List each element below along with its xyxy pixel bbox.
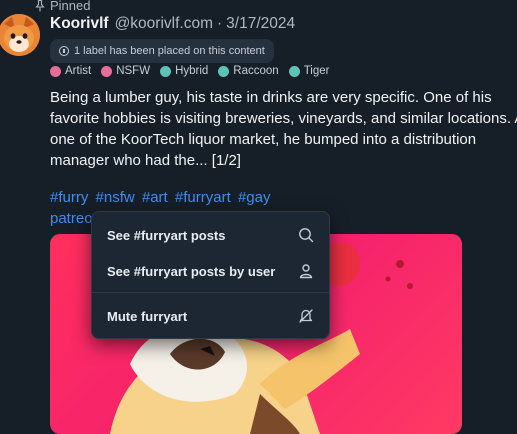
profile-tags: Artist NSFW Hybrid Raccoon Tiger bbox=[50, 65, 329, 77]
tag-label: Hybrid bbox=[175, 65, 209, 77]
label-notice-text: 1 label has been placed on this content bbox=[74, 45, 265, 57]
hashtag-context-menu: See #furryart posts See #furryart posts … bbox=[91, 211, 330, 339]
menu-item-see-posts-by-user[interactable]: See #furryart posts by user bbox=[92, 253, 329, 289]
pin-icon bbox=[35, 0, 45, 11]
post-text-line: Being a lumber guy, his taste in drinks … bbox=[50, 89, 492, 106]
post-text-line: one of the KoorTech liquor market, he bu… bbox=[50, 131, 477, 148]
content-label-notice[interactable]: 1 label has been placed on this content bbox=[50, 39, 274, 63]
menu-item-mute[interactable]: Mute furryart bbox=[92, 298, 329, 334]
tag-artist[interactable]: Artist bbox=[50, 65, 91, 77]
artist-icon bbox=[50, 65, 61, 77]
menu-item-label: Mute furryart bbox=[107, 308, 188, 324]
tag-label: NSFW bbox=[116, 65, 151, 77]
hashtag-link[interactable]: #furry bbox=[50, 189, 88, 206]
nsfw-icon bbox=[101, 65, 113, 77]
mute-icon bbox=[299, 309, 313, 323]
tag-nsfw[interactable]: NSFW bbox=[101, 65, 150, 77]
search-icon bbox=[299, 228, 314, 243]
menu-divider bbox=[92, 292, 329, 293]
pinned-indicator: Pinned bbox=[35, 0, 90, 13]
pinned-label: Pinned bbox=[50, 0, 91, 13]
menu-item-label: See #furryart posts by user bbox=[107, 263, 276, 279]
display-name[interactable]: Koorivlf bbox=[50, 15, 109, 32]
globe-icon bbox=[288, 65, 300, 77]
hashtag-link[interactable]: #art bbox=[142, 189, 168, 206]
globe-icon bbox=[160, 65, 172, 77]
separator: · bbox=[216, 15, 223, 32]
hashtag-link[interactable]: #gay bbox=[238, 189, 271, 206]
tag-label: Raccoon bbox=[233, 65, 279, 77]
menu-item-label: See #furryart posts bbox=[107, 227, 226, 243]
tag-label: Tiger bbox=[303, 65, 330, 77]
post-text-line: favorite hobbies is visiting breweries, … bbox=[50, 110, 517, 127]
hashtag-link[interactable]: #furryart bbox=[175, 189, 231, 206]
post-header: Koorivlf @koorivlf.com · 3/17/2024 bbox=[50, 15, 295, 33]
tag-label: Artist bbox=[65, 65, 92, 77]
globe-icon bbox=[218, 65, 230, 77]
info-icon bbox=[59, 46, 69, 56]
tag-hybrid[interactable]: Hybrid bbox=[160, 65, 208, 77]
hashtag-link[interactable]: #nsfw bbox=[96, 189, 135, 206]
post-text-line: manager who had the... [1/2] bbox=[50, 152, 241, 169]
post-date[interactable]: 3/17/2024 bbox=[226, 15, 295, 32]
avatar-image bbox=[0, 14, 40, 56]
handle[interactable]: @koorivlf.com bbox=[115, 15, 213, 32]
tag-tiger[interactable]: Tiger bbox=[288, 65, 330, 77]
menu-item-see-posts[interactable]: See #furryart posts bbox=[92, 217, 329, 253]
post-text: Being a lumber guy, his taste in drinks … bbox=[50, 87, 517, 171]
person-icon bbox=[299, 264, 313, 279]
tag-raccoon[interactable]: Raccoon bbox=[218, 65, 279, 77]
avatar[interactable] bbox=[0, 14, 40, 56]
